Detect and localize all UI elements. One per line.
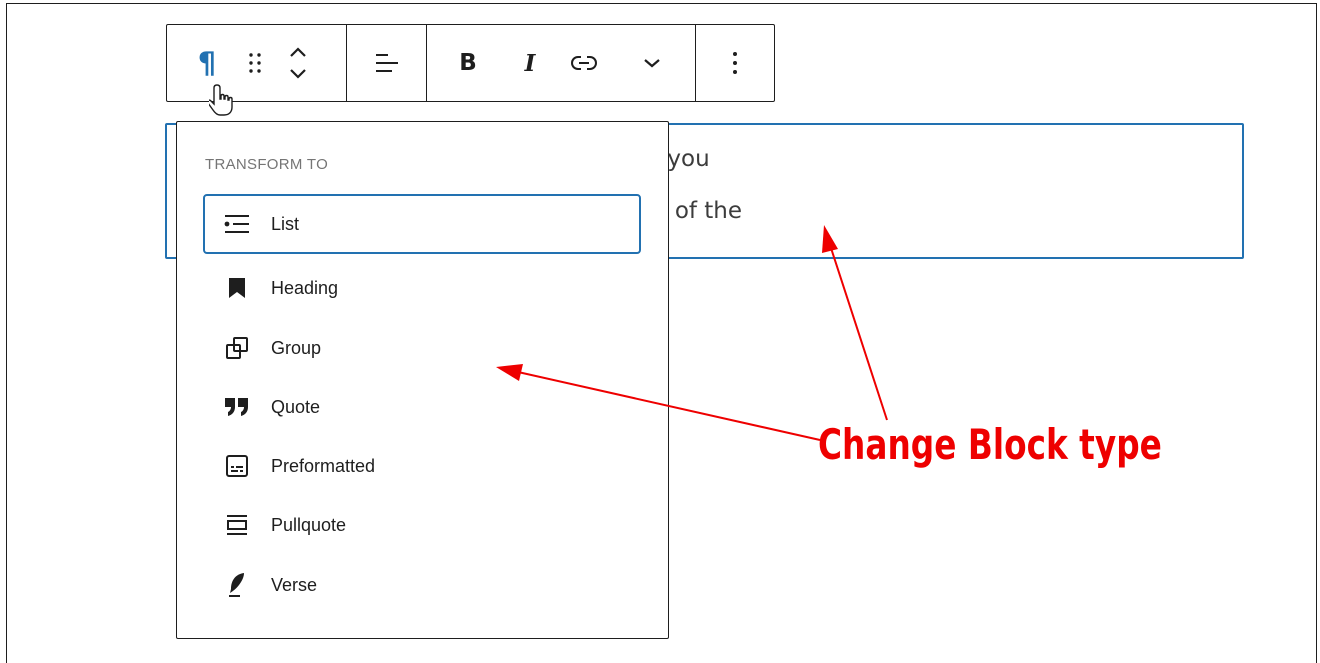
arrow-head-left (496, 364, 523, 381)
arrow-head-up (822, 225, 838, 253)
change-block-type-annotation: Change Block type (818, 420, 1162, 469)
annotation-arrows (496, 225, 888, 441)
